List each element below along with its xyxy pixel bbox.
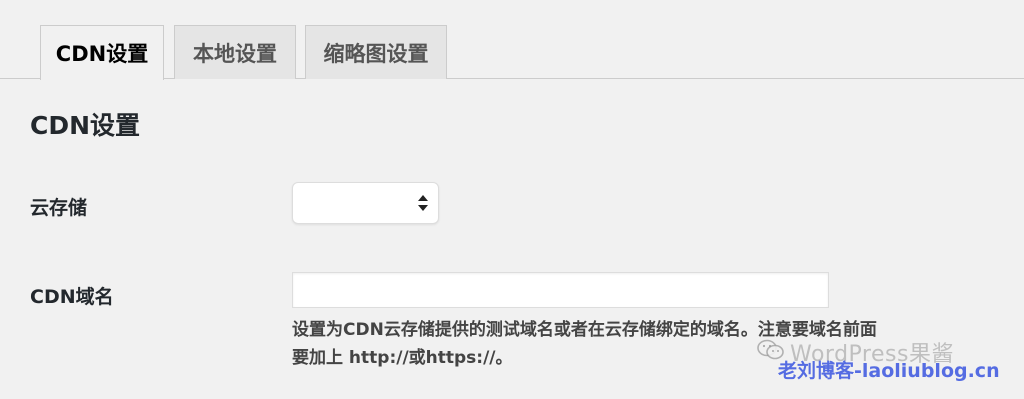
cdn-domain-label: CDN域名 bbox=[30, 286, 114, 308]
settings-tabs: CDN设置 本地设置 缩略图设置 bbox=[0, 0, 1024, 80]
storage-label: 云存储 bbox=[30, 197, 88, 219]
tab-thumbnail-settings[interactable]: 缩略图设置 bbox=[305, 25, 447, 79]
tab-label: 缩略图设置 bbox=[323, 41, 429, 66]
cdn-domain-description: 设置为CDN云存储提供的测试域名或者在云存储绑定的域名。注意要域名前面 要加上 … bbox=[292, 316, 1002, 372]
description-line: 要加上 http://或https://。 bbox=[292, 348, 513, 368]
tab-label: CDN设置 bbox=[55, 42, 149, 66]
cdn-domain-input[interactable] bbox=[292, 272, 829, 308]
storage-select[interactable] bbox=[292, 182, 439, 224]
description-line: 设置为CDN云存储提供的测试域名或者在云存储绑定的域名。注意要域名前面 bbox=[292, 320, 877, 340]
settings-page: CDN设置 本地设置 缩略图设置 CDN设置 云存储 CDN域名 设置为CDN云… bbox=[0, 0, 1024, 399]
tab-local-settings[interactable]: 本地设置 bbox=[174, 25, 296, 79]
tab-label: 本地设置 bbox=[193, 41, 277, 66]
section-title: CDN设置 bbox=[30, 111, 141, 140]
tab-cdn-settings[interactable]: CDN设置 bbox=[40, 25, 164, 80]
select-updown-icon bbox=[418, 195, 428, 211]
